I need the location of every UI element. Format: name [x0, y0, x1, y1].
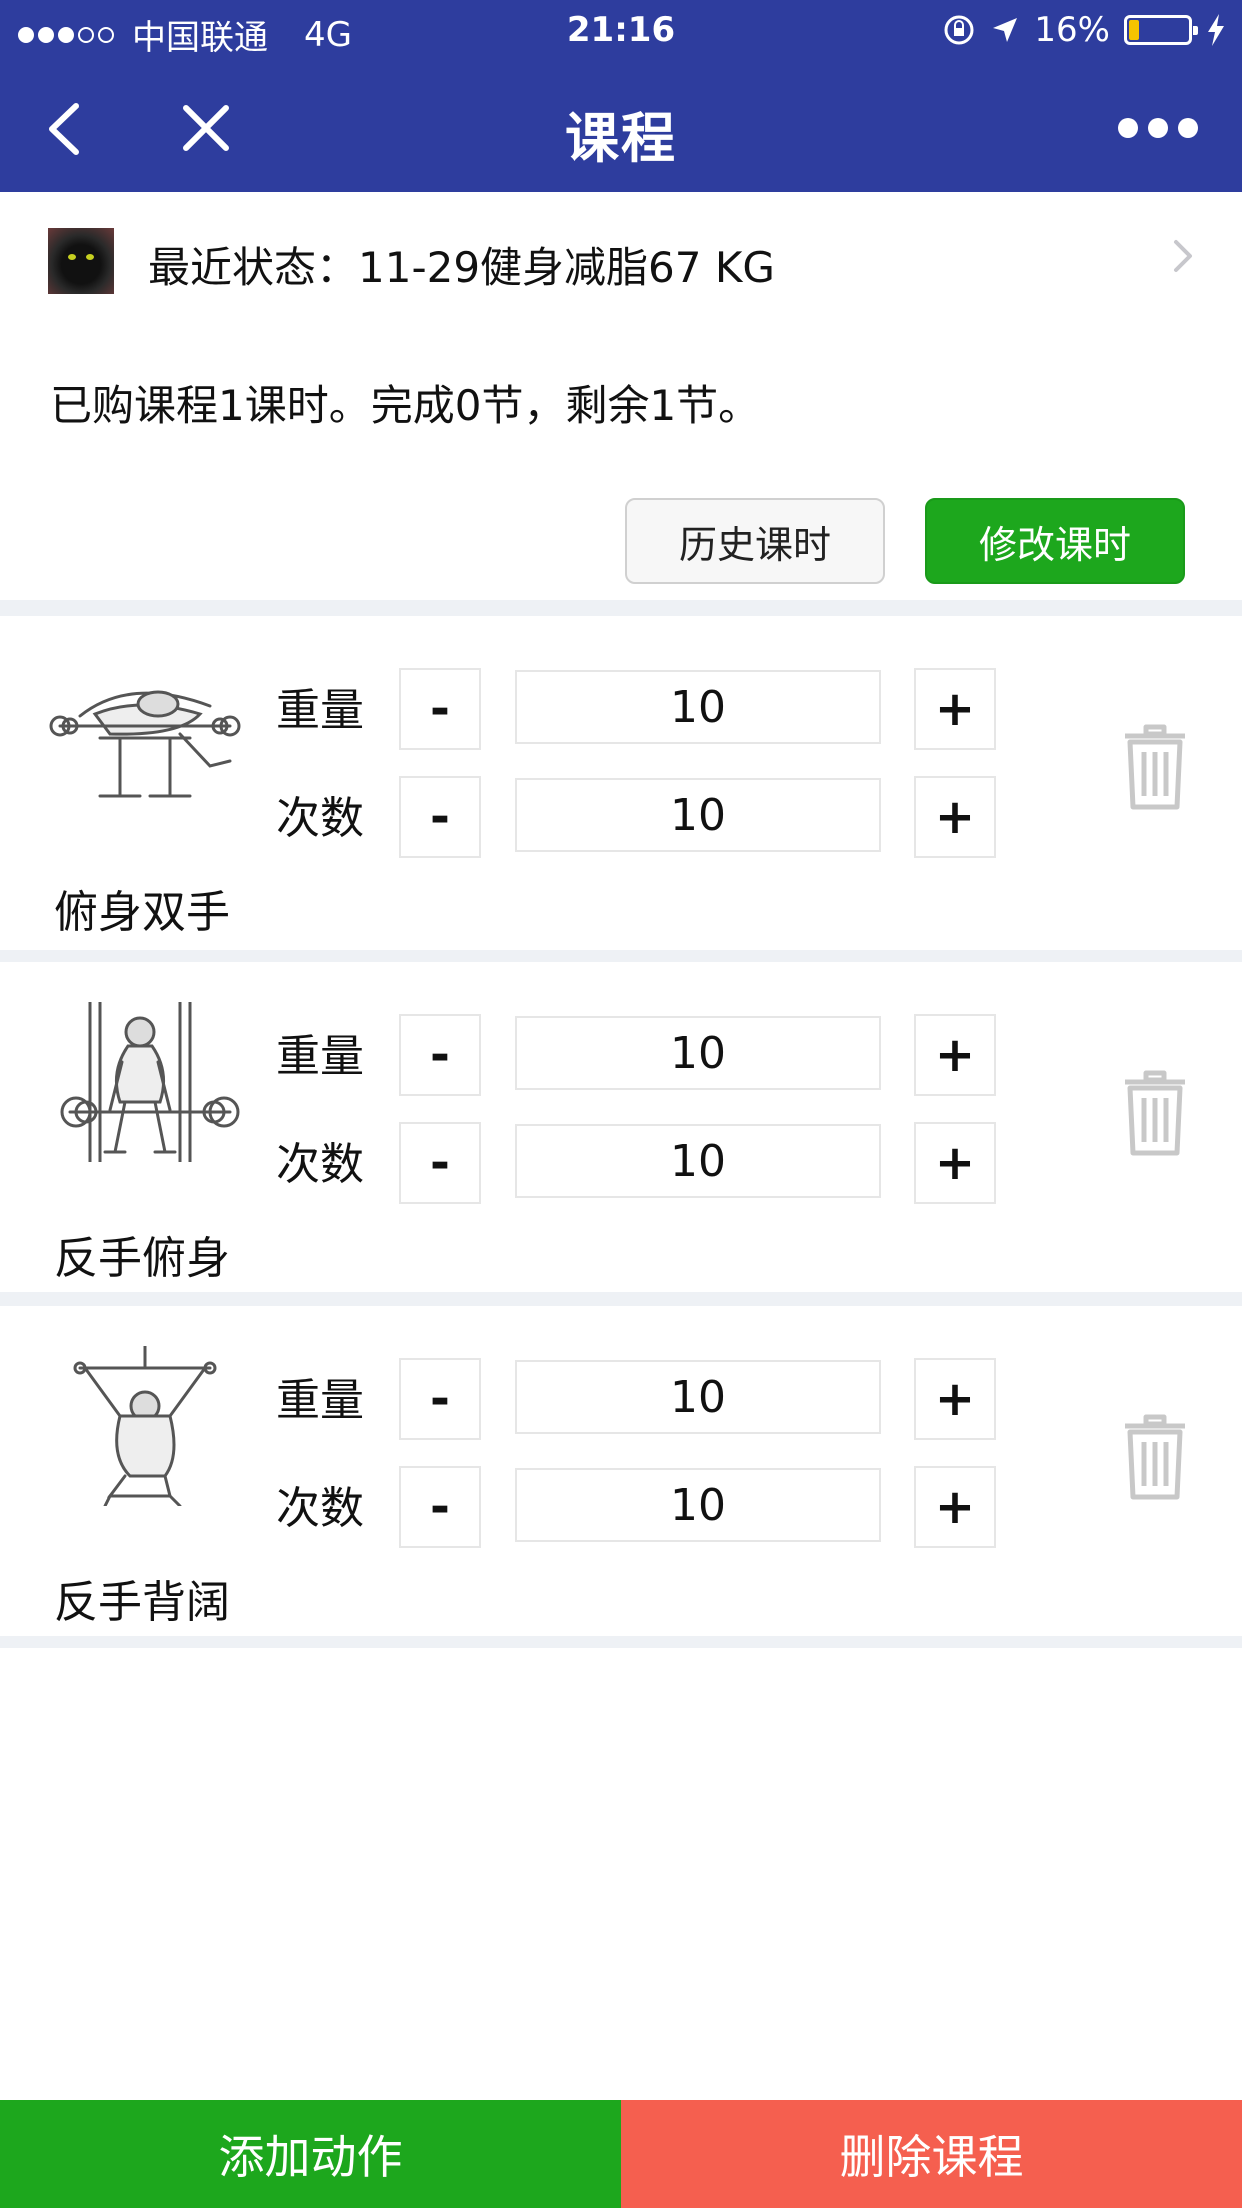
exercise-card: 反手背阔 重量 - 10 + 次数 - 10 + [0, 1306, 1242, 1636]
reps-plus-button[interactable]: + [914, 776, 996, 858]
recent-status-row[interactable]: 最近状态：11-29健身减脂67 KG [0, 192, 1242, 324]
reps-label: 次数 [276, 1139, 364, 1190]
divider [0, 950, 1242, 962]
reps-input[interactable]: 10 [515, 778, 881, 852]
weight-plus-button[interactable]: + [914, 1014, 996, 1096]
weight-minus-button[interactable]: - [399, 1358, 481, 1440]
weight-input[interactable]: 10 [515, 670, 881, 744]
add-exercise-button[interactable]: 添加动作 [0, 2100, 621, 2208]
history-hours-button[interactable]: 历史课时 [625, 498, 885, 584]
status-bar: 中国联通 4G 21:16 16% [0, 0, 1242, 64]
exercise-name: 俯身双手 [54, 887, 230, 938]
weight-label: 重量 [276, 1375, 364, 1426]
weight-minus-button[interactable]: - [399, 668, 481, 750]
page-title: 课程 [565, 107, 677, 170]
chevron-right-icon [1174, 240, 1192, 272]
orientation-lock-icon [944, 15, 974, 45]
nav-bar: 课程 [0, 64, 1242, 192]
exercise-illustration [73, 1346, 217, 1506]
modify-hours-button[interactable]: 修改课时 [925, 498, 1185, 584]
reps-label: 次数 [276, 1483, 364, 1534]
weight-plus-button[interactable]: + [914, 1358, 996, 1440]
weight-minus-button[interactable]: - [399, 1014, 481, 1096]
weight-plus-button[interactable]: + [914, 668, 996, 750]
reps-minus-button[interactable]: - [399, 1122, 481, 1204]
divider [0, 1292, 1242, 1306]
location-arrow-icon [993, 18, 1018, 42]
exercise-name: 反手俯身 [54, 1233, 230, 1284]
trash-icon[interactable] [1122, 724, 1188, 810]
trash-icon[interactable] [1122, 1414, 1188, 1500]
weight-input[interactable]: 10 [515, 1016, 881, 1090]
exercise-card: 俯身双手 重量 - 10 + 次数 - 10 + [0, 616, 1242, 946]
weight-label: 重量 [276, 1031, 364, 1082]
weight-label: 重量 [276, 685, 364, 736]
exercise-illustration [60, 1002, 240, 1162]
avatar [48, 228, 114, 294]
course-summary: 已购课程1课时。完成0节，剩余1节。 [50, 381, 761, 430]
bottom-action-bar: 添加动作 删除课程 [0, 2100, 1242, 2208]
reps-minus-button[interactable]: - [399, 776, 481, 858]
weight-input[interactable]: 10 [515, 1360, 881, 1434]
reps-minus-button[interactable]: - [399, 1466, 481, 1548]
more-horizontal-icon[interactable] [1118, 118, 1198, 138]
recent-status-text: 最近状态：11-29健身减脂67 KG [148, 243, 775, 292]
reps-input[interactable]: 10 [515, 1124, 881, 1198]
reps-input[interactable]: 10 [515, 1468, 881, 1542]
reps-plus-button[interactable]: + [914, 1122, 996, 1204]
delete-course-button[interactable]: 删除课程 [621, 2100, 1242, 2208]
exercise-card: 反手俯身 重量 - 10 + 次数 - 10 + [0, 962, 1242, 1292]
battery-percent: 16% [1034, 10, 1110, 50]
exercise-illustration [49, 690, 241, 798]
trash-icon[interactable] [1122, 1070, 1188, 1156]
divider [0, 600, 1242, 616]
battery-icon [1124, 15, 1198, 45]
reps-label: 次数 [276, 793, 364, 844]
divider [0, 1636, 1242, 1648]
exercise-name: 反手背阔 [54, 1577, 230, 1628]
charging-bolt-icon [1208, 14, 1224, 46]
reps-plus-button[interactable]: + [914, 1466, 996, 1548]
